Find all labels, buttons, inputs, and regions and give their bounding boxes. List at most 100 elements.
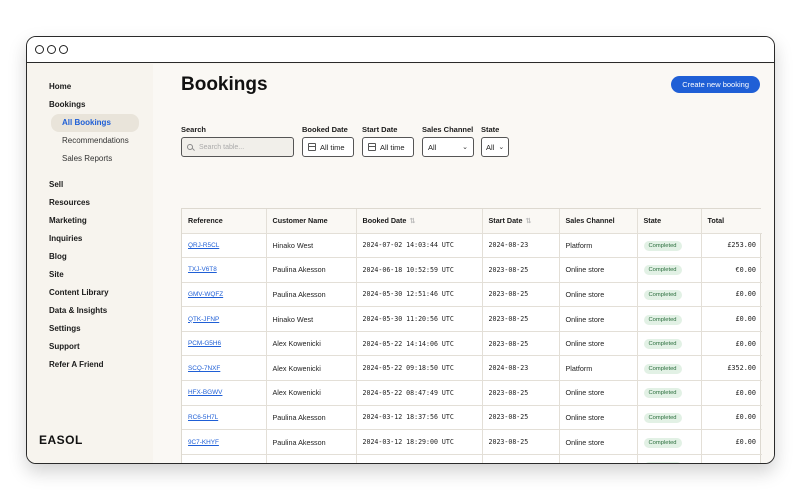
booked-date-cell: 2024-07-02 14:03:44 UTC	[356, 233, 483, 259]
customer-name-cell: Paulina Akesson	[266, 257, 357, 283]
sales-channel-filter: Sales Channel All ⌄	[422, 125, 474, 157]
window-control-maximize[interactable]	[59, 45, 68, 54]
total-cell: £352.00	[701, 355, 762, 382]
booked-date-filter: Booked Date All time	[302, 125, 354, 157]
start-date-cell: 2023-08-25	[482, 454, 560, 463]
search-label: Search	[181, 125, 207, 134]
state-filter: State All ⌄	[481, 125, 509, 157]
column-header-label: State	[643, 216, 662, 226]
table-row[interactable]: PCM-G5H6 Alex Kowenicki 2024-05-22 14:14:0…	[182, 331, 762, 357]
sort-icon[interactable]: ⇅	[409, 218, 415, 225]
column-header-label: Sales Channel	[565, 216, 615, 226]
status-badge: Completed	[643, 339, 682, 350]
booked-date-cell: 2024-05-22 08:47:49 UTC	[356, 380, 483, 406]
search-input[interactable]: Search table...	[181, 137, 294, 157]
reference-link-cell[interactable]: RC6-5H7L	[182, 405, 267, 431]
create-new-booking-button[interactable]: Create new booking	[671, 76, 760, 93]
sales-channel-select[interactable]: All ⌄	[422, 137, 474, 157]
brand-logo: EASOL	[39, 433, 83, 447]
sidebar-item-blog[interactable]: Blog	[27, 248, 153, 266]
sidebar-item-sales-reports[interactable]: Sales Reports	[27, 150, 153, 168]
table-row[interactable]: HFX-BGWV Alex Kowenicki 2024-05-22 08:47:4…	[182, 380, 762, 406]
table-row[interactable]: QRJ-R5CL Hinako West 2024-07-02 14:03:44 U…	[182, 233, 762, 259]
start-date-label: Start Date	[362, 125, 398, 134]
column-header-sales-channel: Sales Channel	[559, 209, 638, 234]
reference-link-cell[interactable]: HFX-BGWV	[182, 380, 267, 406]
sidebar-item-settings[interactable]: Settings	[27, 320, 153, 338]
sidebar-item-sell[interactable]: Sell	[27, 176, 153, 194]
status-badge: Completed	[643, 437, 682, 448]
sidebar-item-data-insights[interactable]: Data & Insights	[27, 302, 153, 320]
sales-channel-cell: Platform	[559, 233, 638, 259]
sidebar-item-recommendations[interactable]: Recommendations	[27, 132, 153, 150]
sort-icon[interactable]: ⇅	[525, 218, 531, 225]
sales-channel-cell: Online store	[559, 405, 638, 431]
status-badge: Completed	[643, 265, 682, 276]
table-row[interactable]: QTK-JFNP Hinako West 2024-05-30 11:20:56 U…	[182, 306, 762, 332]
table-row[interactable]: 79Z-YVQ2Paulina Akesson2024-03-12 18:10:…	[182, 454, 762, 463]
booked-date-cell: 2024-05-30 11:20:56 UTC	[356, 306, 483, 332]
reference-link-cell[interactable]: QTK-JFNP	[182, 306, 267, 332]
total-cell: £0.00	[701, 331, 762, 357]
window-control-minimize[interactable]	[47, 45, 56, 54]
search-placeholder: Search table...	[199, 143, 245, 151]
reference-link-cell[interactable]: QRJ-R5CL	[182, 233, 267, 259]
status-badge: Completed	[643, 462, 682, 463]
sidebar-item-all-bookings[interactable]: All Bookings	[51, 114, 139, 132]
state-select[interactable]: All ⌄	[481, 137, 509, 157]
reference-link-cell[interactable]: 79Z-YVQ2	[182, 454, 267, 463]
sidebar-item-resources[interactable]: Resources	[27, 194, 153, 212]
total-cell: €0.00	[701, 257, 762, 283]
column-header-start-date[interactable]: Start Date ⇅	[482, 209, 560, 234]
start-date-cell: 2023-08-25	[482, 282, 560, 308]
column-header-booked-date[interactable]: Booked Date ⇅	[356, 209, 483, 234]
status-badge: Completed	[643, 314, 682, 325]
total-cell: £253.00	[701, 233, 762, 259]
reference-link-cell[interactable]: TXJ-V6T8	[182, 257, 267, 283]
sidebar-item-inquiries[interactable]: Inquiries	[27, 230, 153, 248]
sidebar: Home Bookings All Bookings Recommendations S…	[27, 64, 153, 463]
status-badge: Completed	[643, 289, 682, 300]
column-header-state: State	[637, 209, 702, 234]
sales-channel-cell: Online store	[559, 380, 638, 406]
sidebar-item-home[interactable]: Home	[27, 78, 153, 96]
chevron-down-icon: ⌄	[462, 144, 468, 151]
booked-date-cell: 2024-03-12 18:37:56 UTC	[356, 405, 483, 431]
reference-link-cell[interactable]: SCQ-7NXF	[182, 355, 267, 382]
sidebar-item-site[interactable]: Site	[27, 266, 153, 284]
start-date-cell: 2023-08-25	[482, 405, 560, 431]
sales-channel-cell: Online store	[559, 331, 638, 357]
start-date-select[interactable]: All time	[362, 137, 414, 157]
sidebar-item-support[interactable]: Support	[27, 338, 153, 356]
table-row[interactable]: 9C7-KHYF Paulina Akesson 2024-03-12 18:29:…	[182, 429, 762, 455]
table-row[interactable]: GMV-WQFZ Paulina Akesson 2024-05-30 12:51:…	[182, 282, 762, 308]
state-cell: Completed	[637, 380, 702, 406]
state-value: All	[486, 142, 495, 152]
reference-link-cell[interactable]: 9C7-KHYF	[182, 429, 267, 455]
sales-channel-cell: Platform	[559, 355, 638, 382]
table-row[interactable]: SCQ-7NXF Alex Kowenicki 2024-05-22 09:18:5…	[182, 355, 762, 382]
reference-link-cell[interactable]: GMV-WQFZ	[182, 282, 267, 308]
customer-name-cell: Alex Kowenicki	[266, 380, 357, 406]
start-date-value: All time	[380, 142, 405, 152]
table-row[interactable]: RC6-5H7L Paulina Akesson 2024-03-12 18:37:…	[182, 405, 762, 431]
total-cell: £0.00	[701, 380, 762, 406]
state-cell: Completed	[637, 429, 702, 455]
customer-name-cell: Paulina Akesson	[266, 282, 357, 308]
state-cell: Completed	[637, 306, 702, 332]
reference-link-cell[interactable]: PCM-G5H6	[182, 331, 267, 357]
sales-channel-label: Sales Channel	[422, 125, 474, 134]
booked-date-select[interactable]: All time	[302, 137, 354, 157]
window-control-close[interactable]	[35, 45, 44, 54]
start-date-cell: 2023-08-25	[482, 331, 560, 357]
sidebar-item-bookings[interactable]: Bookings	[27, 96, 153, 114]
customer-name-cell: Paulina Akesson	[266, 405, 357, 431]
start-date-cell: 2023-08-25	[482, 257, 560, 283]
table-row[interactable]: TXJ-V6T8 Paulina Akesson 2024-06-18 10:52:…	[182, 257, 762, 283]
app-window: Home Bookings All Bookings Recommendations S…	[26, 36, 775, 464]
customer-name-cell: Paulina Akesson	[266, 454, 357, 463]
customer-name-cell: Hinako West	[266, 233, 357, 259]
sidebar-item-content-library[interactable]: Content Library	[27, 284, 153, 302]
sidebar-item-refer-a-friend[interactable]: Refer A Friend	[27, 356, 153, 374]
sidebar-item-marketing[interactable]: Marketing	[27, 212, 153, 230]
